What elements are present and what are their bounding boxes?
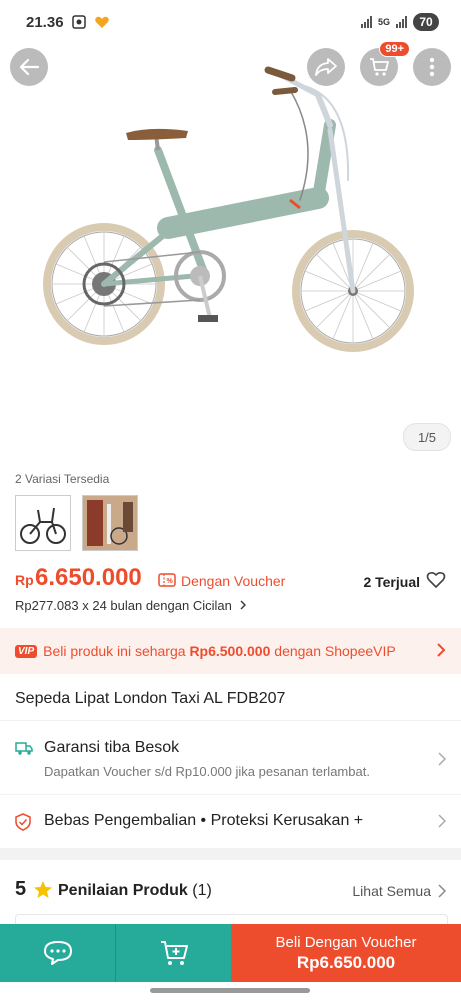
cart-button[interactable]: 99+	[360, 41, 410, 86]
chat-icon	[43, 941, 72, 965]
chevron-right-icon	[438, 752, 446, 766]
price-row: Rp 6.650.000 % Dengan Voucher 2 Terjual	[15, 564, 446, 594]
battery-indicator: 70	[413, 13, 439, 31]
arrow-left-icon	[19, 58, 40, 76]
share-button[interactable]	[307, 48, 345, 86]
rating-title: Penilaian Produk (1)	[58, 882, 212, 899]
installment-text: Rp277.083 x 24 bulan dengan Cicilan	[15, 598, 232, 613]
bike-photo-thumbnail	[83, 496, 137, 550]
star-icon	[34, 881, 52, 898]
section-divider	[0, 848, 461, 860]
status-bar: 21.36 5G 70	[0, 0, 461, 44]
buy-label: Beli Dengan Voucher	[275, 933, 417, 951]
heart-icon[interactable]	[426, 570, 446, 590]
network-label: 5G	[377, 16, 390, 27]
add-to-cart-icon	[160, 941, 188, 965]
truck-icon	[15, 742, 33, 755]
bike-thumbnail-icon	[20, 507, 66, 544]
installment-row[interactable]: Rp277.083 x 24 bulan dengan Cicilan	[15, 598, 247, 613]
more-button[interactable]	[413, 48, 451, 86]
back-button[interactable]	[10, 48, 48, 86]
home-indicator[interactable]	[150, 988, 310, 993]
rating-score: 5	[15, 878, 27, 900]
signal-icon-2	[396, 16, 407, 28]
screen-record-icon	[71, 15, 86, 29]
divider	[0, 720, 461, 721]
voucher-icon: %	[158, 573, 176, 587]
chevron-right-icon	[438, 814, 446, 828]
signal-icon	[360, 16, 372, 28]
chat-button[interactable]	[0, 924, 115, 982]
divider	[0, 794, 461, 795]
add-to-cart-button[interactable]	[116, 924, 231, 982]
returns-label: Bebas Pengembalian • Proteksi Kerusakan …	[44, 812, 364, 829]
variant-thumb-1[interactable]	[15, 495, 71, 551]
see-all-link[interactable]: Lihat Semua	[352, 883, 431, 899]
more-vertical-icon	[429, 57, 435, 77]
svg-text:%: %	[167, 578, 174, 585]
vip-badge: VIP	[15, 644, 38, 658]
chevron-right-icon	[240, 600, 247, 610]
buy-with-voucher-button[interactable]: Beli Dengan Voucher Rp6.650.000	[231, 924, 461, 982]
shopee-vip-banner[interactable]: VIP Beli produk ini seharga Rp6.500.000 …	[0, 628, 461, 674]
shipping-subtitle: Dapatkan Voucher s/d Rp10.000 jika pesan…	[44, 764, 370, 779]
chevron-right-icon	[438, 884, 446, 898]
variant-thumb-2[interactable]	[82, 495, 138, 551]
shopee-notification-icon	[94, 16, 109, 28]
bottom-action-bar: Beli Dengan Voucher Rp6.650.000	[0, 924, 461, 982]
cart-icon	[370, 58, 389, 76]
price-currency: Rp	[15, 572, 34, 588]
sold-count: 2 Terjual	[363, 574, 420, 590]
buy-price: Rp6.650.000	[296, 952, 396, 972]
shipping-title: Garansi tiba Besok	[44, 739, 180, 756]
image-counter: 1/5	[403, 423, 451, 451]
shield-check-icon	[15, 813, 31, 831]
status-time: 21.36	[26, 13, 64, 31]
variants-label: 2 Variasi Tersedia	[15, 472, 110, 486]
price-value: 6.650.000	[35, 564, 142, 591]
product-title: Sepeda Lipat London Taxi AL FDB207	[15, 690, 286, 707]
chevron-right-icon	[437, 643, 446, 657]
share-icon	[315, 58, 337, 76]
vip-text: Beli produk ini seharga Rp6.500.000 deng…	[43, 643, 396, 659]
voucher-label: Dengan Voucher	[181, 573, 286, 589]
